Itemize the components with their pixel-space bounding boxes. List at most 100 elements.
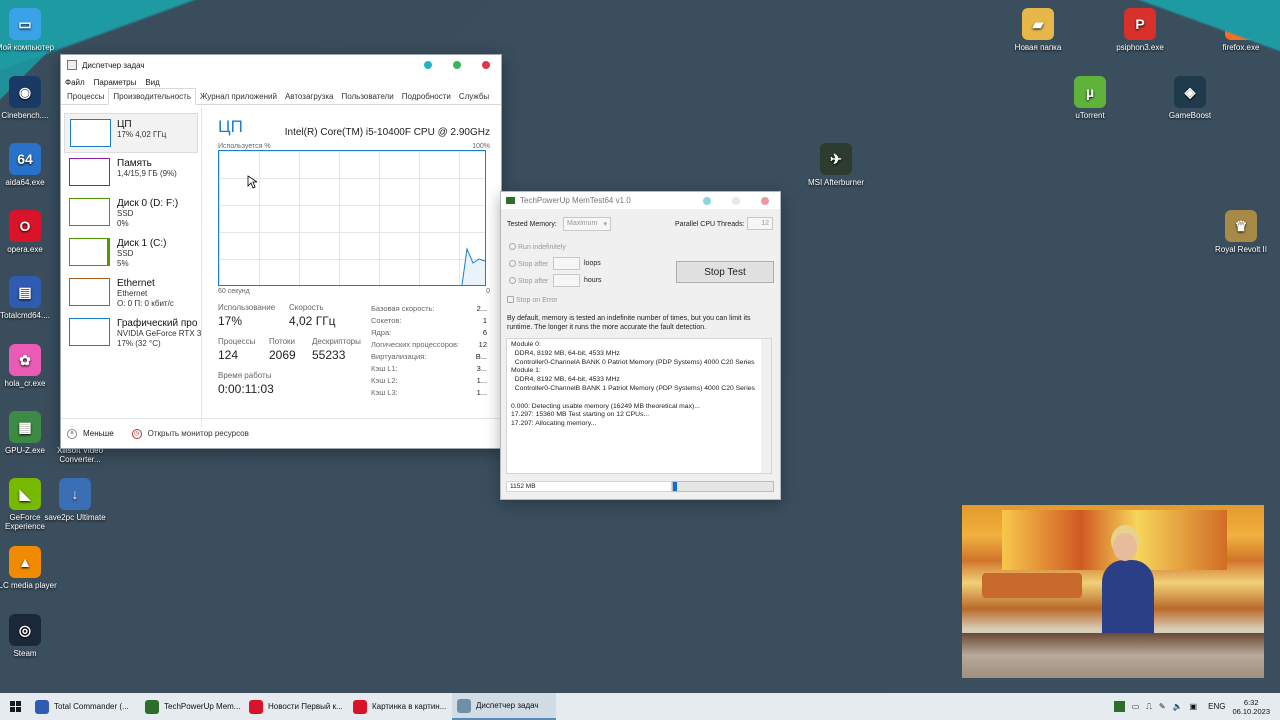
tab-services[interactable]: Службы <box>455 89 493 104</box>
desktop-icon[interactable]: ♛ Royal Revolt II <box>1206 210 1276 254</box>
app-icon: ▰ <box>1022 8 1054 40</box>
radio-icon <box>509 277 516 284</box>
tray-app-icon[interactable] <box>1113 701 1125 712</box>
tab-startup[interactable]: Автозагрузка <box>281 89 338 104</box>
graph-label-time: 60 секунд <box>218 288 250 295</box>
graph-label-max: 100% <box>472 143 490 150</box>
app-icon: ▤ <box>9 276 41 308</box>
log-line: Controller0-ChannelB BANK 1 Patriot Memo… <box>511 384 755 392</box>
desktop-icon[interactable]: ▰ Новая папка <box>1003 8 1073 52</box>
loops-input[interactable] <box>553 257 580 270</box>
performance-sidebar: ЦП 17% 4,02 ГГц Память 1,4/15,9 ГБ (9%) … <box>61 107 202 427</box>
desktop-icon-label: Мой компьютер <box>0 43 55 52</box>
tested-memory-label: Tested Memory: <box>507 221 557 228</box>
stop-after-loops-option[interactable]: Stop after <box>509 260 548 268</box>
desktop-icon[interactable]: ◐ firefox.exe <box>1206 8 1276 52</box>
taskbar-item[interactable]: Диспетчер задач <box>452 693 556 720</box>
desktop-icon[interactable]: ▲ VLC media player <box>0 546 60 590</box>
volume-icon[interactable]: 🔈 <box>1173 702 1183 711</box>
desktop-icon[interactable]: ↓ save2pc Ultimate <box>40 478 110 522</box>
sidebar-item-cpu[interactable]: ЦП 17% 4,02 ГГц <box>64 113 198 153</box>
desktop-icon[interactable]: Ppsiphon3.exe <box>1105 8 1175 52</box>
tab-app-history[interactable]: Журнал приложений <box>196 89 281 104</box>
fewer-details-link[interactable]: Меньше <box>83 429 114 438</box>
hours-input[interactable] <box>553 274 580 287</box>
memtest-minimize-button[interactable] <box>703 197 711 205</box>
sidebar-item-memory[interactable]: Память 1,4/15,9 ГБ (9%) <box>61 153 201 193</box>
desktop-icon-label: GameBoost <box>1168 111 1212 120</box>
menu-view[interactable]: Вид <box>145 78 159 87</box>
start-button[interactable] <box>0 693 30 720</box>
taskbar-item[interactable]: Total Commander (... <box>30 693 140 720</box>
taskbar-item-label: Total Commander (... <box>54 702 129 711</box>
run-indefinitely-option[interactable]: Run indefinitely <box>509 243 566 251</box>
tab-performance[interactable]: Производительность <box>108 88 196 105</box>
menu-file[interactable]: Файл <box>65 78 85 87</box>
spec-value: 1 <box>482 316 487 325</box>
spec-key: Сокетов: <box>371 316 402 325</box>
mouse-cursor-icon <box>247 175 257 189</box>
desktop-icon[interactable]: ◎ Steam <box>0 614 60 658</box>
tested-memory-select[interactable]: Maximum ▾ <box>563 217 611 231</box>
memtest-maximize-button[interactable] <box>732 197 740 205</box>
log-line: 17.297: Allocating memory... <box>511 420 597 428</box>
taskbar-item[interactable]: Новости Первый к... <box>244 693 348 720</box>
desktop-icon-label: hola_cr.exe <box>4 379 46 388</box>
chevron-up-icon[interactable]: ˄ <box>67 428 77 439</box>
network-icon[interactable]: ▣ <box>1190 702 1198 711</box>
sidebar-item-disk0[interactable]: Диск 0 (D: F:) SSD 0% <box>61 193 201 233</box>
handles-label: Дескрипторы <box>312 337 361 346</box>
desktop-icon[interactable]: ▤ Totalcmd64.... <box>0 276 60 320</box>
desktop-icon[interactable]: ◈ GameBoost <box>1155 76 1225 120</box>
desktop-icon[interactable]: ✈ MSI Afterburner <box>801 143 871 187</box>
spec-row: Базовая скорость: 2... <box>371 303 487 315</box>
threads-input[interactable]: 12 <box>747 217 773 230</box>
taskbar-item[interactable]: TechPowerUp Mem... <box>140 693 244 720</box>
tray-monitor-icon[interactable]: ▭ <box>1132 702 1140 711</box>
close-button[interactable] <box>482 61 490 69</box>
desktop-icon[interactable]: 64 aida64.exe <box>0 143 60 187</box>
menu-options[interactable]: Параметры <box>94 78 137 87</box>
sidebar-item-detail: Ethernet <box>117 289 148 298</box>
task-manager-app-icon <box>67 60 77 70</box>
desktop-icon-label: VLC media player <box>0 581 57 590</box>
memtest-close-button[interactable] <box>761 197 769 205</box>
log-line: Module 0: <box>511 341 541 348</box>
open-resource-monitor-link[interactable]: Открыть монитор ресурсов <box>148 429 249 438</box>
tab-processes[interactable]: Процессы <box>63 89 108 104</box>
tab-users[interactable]: Пользователи <box>337 89 397 104</box>
stop-after-hours-option[interactable]: Stop after <box>509 277 548 285</box>
language-indicator[interactable]: ENG <box>1208 702 1225 711</box>
desktop-icon[interactable]: ▭ Мой компьютер <box>0 8 60 52</box>
uptime-label: Время работы <box>218 371 272 380</box>
graph-label-zero: 0 <box>486 288 490 295</box>
sidebar-item-detail: NVIDIA GeForce RTX 305 <box>117 329 201 338</box>
taskbar-item[interactable]: Картинка в картин... <box>348 693 452 720</box>
sidebar-item-ethernet[interactable]: Ethernet Ethernet О: 0 П: 0 кбит/с <box>61 273 201 313</box>
desktop-icon[interactable]: ◉ Cinebench.... <box>0 76 60 120</box>
task-manager-titlebar[interactable]: Диспетчер задач <box>61 55 501 75</box>
tab-details[interactable]: Подробности <box>398 89 455 104</box>
minimize-button[interactable] <box>424 61 432 69</box>
sidebar-item-gpu[interactable]: Графический про NVIDIA GeForce RTX 305 1… <box>61 313 201 353</box>
memtest-window[interactable]: TechPowerUp MemTest64 v1.0 Tested Memory… <box>500 191 781 500</box>
sidebar-item-disk1[interactable]: Диск 1 (C:) SSD 5% <box>61 233 201 273</box>
task-manager-window[interactable]: Диспетчер задач Файл Параметры Вид Проце… <box>60 54 502 449</box>
log-scrollbar[interactable] <box>761 339 771 473</box>
log-line: DDR4, 8192 MB, 64-bit, 4533 MHz <box>511 349 620 357</box>
memtest-app-icon <box>506 197 515 204</box>
stop-on-error-option[interactable]: Stop on Error <box>507 296 558 304</box>
stop-test-button[interactable]: Stop Test <box>676 261 774 283</box>
desktop-icon[interactable]: µ uTorrent <box>1055 76 1125 120</box>
spec-row: Виртуализация: В... <box>371 351 487 363</box>
taskbar-item-label: Диспетчер задач <box>476 701 539 710</box>
picture-in-picture-video[interactable] <box>962 505 1264 678</box>
desktop-icon[interactable]: Oopera.exe <box>0 210 60 254</box>
tray-usb-icon[interactable]: ⎍ <box>1146 702 1152 712</box>
tray-pen-icon[interactable]: ✎ <box>1159 702 1166 711</box>
maximize-button[interactable] <box>453 61 461 69</box>
desktop-icon[interactable]: ✿ hola_cr.exe <box>0 344 60 388</box>
taskbar-item-label: Картинка в картин... <box>372 702 447 711</box>
clock[interactable]: 6:32 06.10.2023 <box>1232 698 1270 716</box>
memory-used: 1152 MB <box>506 481 672 492</box>
